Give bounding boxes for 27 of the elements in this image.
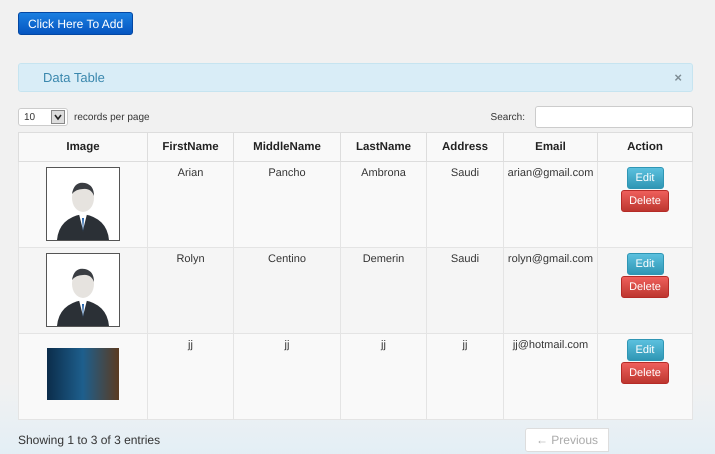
column-header[interactable]: LastName: [340, 132, 426, 162]
column-header[interactable]: Email: [504, 132, 598, 162]
entries-info: Showing 1 to 3 of 3 entries: [18, 433, 160, 447]
table-cell: jj: [234, 334, 340, 420]
caret-icon: [51, 110, 65, 124]
search-label: Search:: [490, 112, 525, 122]
table-cell: jj: [340, 334, 426, 420]
photo-placeholder: [47, 348, 119, 400]
delete-button[interactable]: Delete: [621, 190, 669, 212]
column-header[interactable]: MiddleName: [234, 132, 340, 162]
delete-button[interactable]: Delete: [621, 276, 669, 298]
panel-title: Data Table: [43, 70, 105, 85]
table-cell: jj: [148, 334, 234, 420]
column-header[interactable]: FirstName: [148, 132, 234, 162]
add-button[interactable]: Click Here To Add: [18, 12, 134, 35]
delete-button[interactable]: Delete: [621, 362, 669, 384]
column-header[interactable]: Address: [426, 132, 504, 162]
table-cell: jj@hotmail.com: [504, 334, 598, 420]
records-label: records per page: [74, 112, 150, 122]
person-silhouette-icon: [46, 167, 120, 241]
person-silhouette-icon: [46, 253, 120, 327]
records-select[interactable]: 10: [18, 108, 68, 126]
close-icon[interactable]: ×: [674, 70, 682, 85]
column-header[interactable]: Action: [598, 132, 692, 162]
search-field[interactable]: [535, 106, 693, 128]
column-header[interactable]: Image: [18, 132, 148, 162]
table-cell: jj: [426, 334, 504, 420]
